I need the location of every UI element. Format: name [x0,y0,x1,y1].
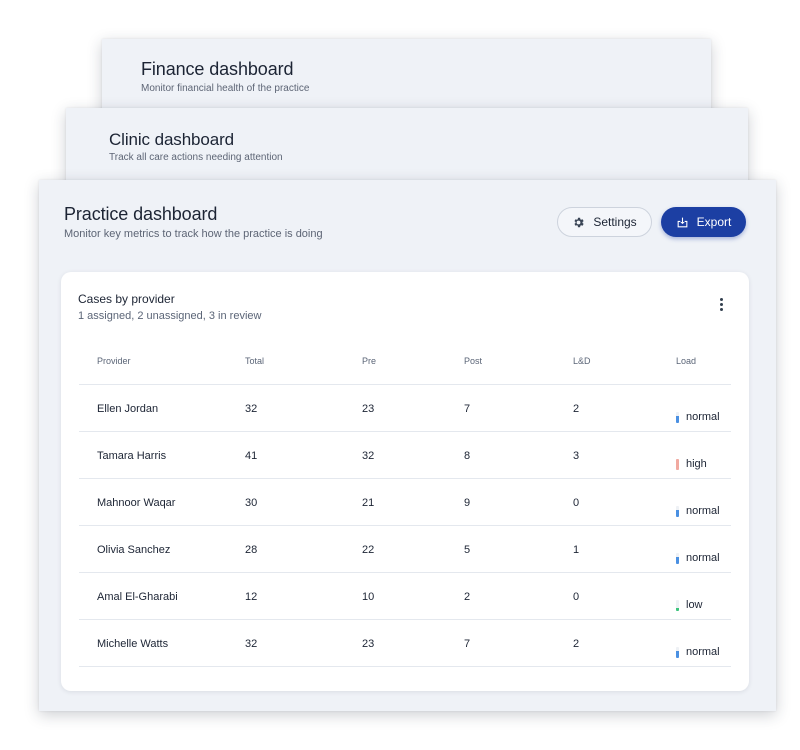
pre-cell: 23 [362,384,464,432]
load-label: low [686,599,703,611]
download-box-icon [676,216,689,229]
post-cell: 5 [464,525,573,573]
finance-dashboard-title: Finance dashboard [141,59,294,79]
load-label: high [686,458,707,470]
load-cell: normal [676,619,731,667]
practice-dashboard-card: Practice dashboard Monitor key metrics t… [39,180,776,711]
cases-card-title: Cases by provider [78,292,175,306]
total-cell: 30 [245,478,362,526]
export-button[interactable]: Export [661,207,746,237]
ld-cell: 3 [573,431,676,479]
load-cell: low [676,572,731,620]
table-row[interactable]: Amal El-Gharabi 12 10 2 0 low [79,572,731,620]
table-row[interactable]: Ellen Jordan 32 23 7 2 normal [79,384,731,432]
total-cell: 32 [245,384,362,432]
cases-card-summary: 1 assigned, 2 unassigned, 3 in review [78,310,262,322]
table-row[interactable]: Olivia Sanchez 28 22 5 1 normal [79,525,731,573]
table-row[interactable]: Mahnoor Waqar 30 21 9 0 normal [79,478,731,526]
post-cell: 2 [464,572,573,620]
post-cell: 7 [464,384,573,432]
provider-cell: Olivia Sanchez [79,525,245,573]
settings-button[interactable]: Settings [557,207,652,237]
post-cell: 8 [464,431,573,479]
ld-cell: 2 [573,619,676,667]
load-level-indicator [676,599,679,611]
pre-cell: 22 [362,525,464,573]
column-header-provider[interactable]: Provider [79,338,245,385]
ld-cell: 0 [573,572,676,620]
provider-cell: Ellen Jordan [79,384,245,432]
cases-by-provider-card: Cases by provider 1 assigned, 2 unassign… [61,272,749,691]
total-cell: 28 [245,525,362,573]
ld-cell: 2 [573,384,676,432]
table-header-row: Provider Total Pre Post L&D Load [79,338,731,385]
cases-table: Provider Total Pre Post L&D Load Ellen J… [79,338,731,667]
more-vertical-icon[interactable] [713,296,729,312]
column-header-load[interactable]: Load [676,338,731,385]
pre-cell: 21 [362,478,464,526]
post-cell: 9 [464,478,573,526]
clinic-dashboard-subtitle: Track all care actions needing attention [109,152,283,163]
load-label: normal [686,552,720,564]
pre-cell: 32 [362,431,464,479]
load-label: normal [686,646,720,658]
ld-cell: 0 [573,478,676,526]
export-button-label: Export [696,215,732,229]
provider-cell: Tamara Harris [79,431,245,479]
pre-cell: 10 [362,572,464,620]
load-level-indicator [676,458,679,470]
load-cell: normal [676,384,731,432]
gear-icon [572,216,585,229]
table-row[interactable]: Tamara Harris 41 32 8 3 high [79,431,731,479]
settings-button-label: Settings [593,215,637,229]
column-header-pre[interactable]: Pre [362,338,464,385]
load-label: normal [686,505,720,517]
load-level-indicator [676,505,679,517]
post-cell: 7 [464,619,573,667]
provider-cell: Mahnoor Waqar [79,478,245,526]
provider-cell: Michelle Watts [79,619,245,667]
load-level-indicator [676,552,679,564]
pre-cell: 23 [362,619,464,667]
load-label: normal [686,411,720,423]
clinic-dashboard-title: Clinic dashboard [109,130,235,149]
column-header-total[interactable]: Total [245,338,362,385]
column-header-post[interactable]: Post [464,338,573,385]
provider-cell: Amal El-Gharabi [79,572,245,620]
finance-dashboard-subtitle: Monitor financial health of the practice [141,83,310,94]
load-cell: high [676,431,731,479]
load-cell: normal [676,478,731,526]
total-cell: 12 [245,572,362,620]
page-title: Practice dashboard [64,204,218,224]
total-cell: 41 [245,431,362,479]
table-row[interactable]: Michelle Watts 32 23 7 2 normal [79,619,731,667]
ld-cell: 1 [573,525,676,573]
load-cell: normal [676,525,731,573]
total-cell: 32 [245,619,362,667]
page-subtitle: Monitor key metrics to track how the pra… [64,228,323,240]
column-header-ld[interactable]: L&D [573,338,676,385]
load-level-indicator [676,646,679,658]
load-level-indicator [676,411,679,423]
